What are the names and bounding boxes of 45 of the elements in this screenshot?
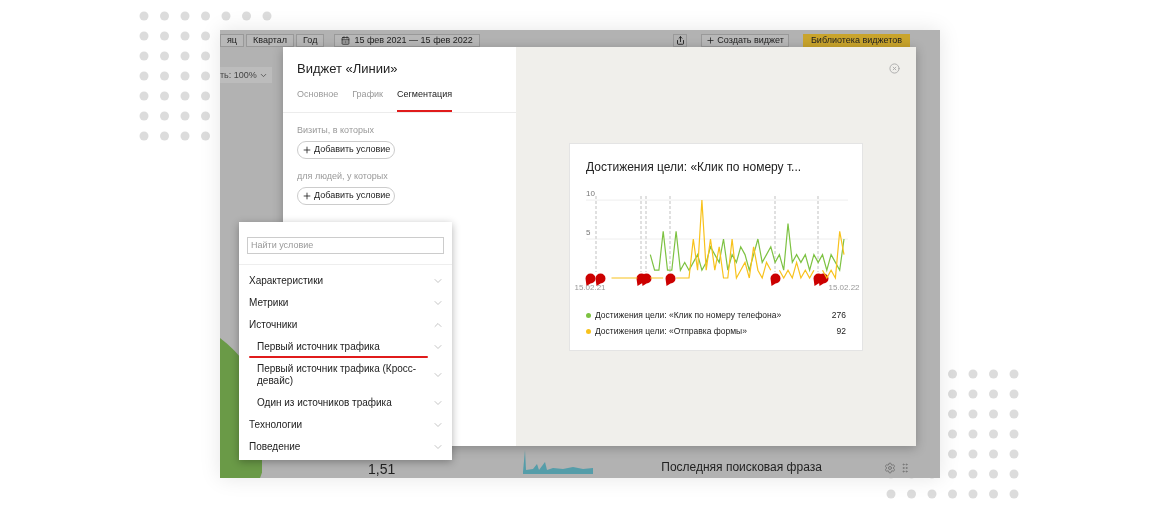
condition-category[interactable]: Технологии [239,414,452,436]
condition-category[interactable]: Источники [239,314,452,336]
legend-label: Достижения цели: «Клик по номеру телефона» [595,310,782,320]
close-icon[interactable] [889,63,900,74]
share-button[interactable] [673,34,688,47]
condition-category[interactable]: Один из источников трафика [239,392,452,414]
condition-category[interactable]: Метрики [239,292,452,314]
note-marker-icon[interactable] [641,273,652,286]
axis-tick-label: 15.02.22 [828,284,860,292]
plus-icon [302,191,312,201]
axis-tick-label: 5 [586,229,591,238]
axis-tick-label: 15.02.21 [574,284,606,292]
note-marker-icon[interactable] [595,273,606,286]
modal-title: Виджет «Линии» [296,60,399,77]
calendar-icon [341,36,351,45]
tab[interactable]: Сегментация [397,89,453,112]
section-label: для людей, у которых [297,171,389,182]
section-label: Визиты, в которых [297,125,375,136]
note-marker-icon[interactable] [585,273,596,286]
search-field[interactable]: Найти условие [247,236,444,254]
widget-library-button[interactable]: Библиотека виджетов [802,34,910,47]
legend-value: 92 [836,326,846,336]
legend-label: Достижения цели: «Отправка формы» [595,326,747,336]
condition-category[interactable]: Поведение [239,436,452,458]
condition-category[interactable]: Первый источник трафика [239,336,452,358]
condition-category[interactable]: Первый источник трафика (Кросс-девайс) [239,358,452,392]
note-marker-icon[interactable] [818,273,829,286]
share-icon [675,36,685,45]
plus-icon [302,145,312,155]
note-marker-icon[interactable] [770,273,781,286]
widget-title: Последняя поисковая фраза [661,460,822,474]
legend-value: 276 [831,310,846,320]
date-range-button[interactable]: 15 фев 2021 — 15 фев 2022 [334,34,480,47]
period-button[interactable]: Год [296,34,325,47]
metric-value: 1,51 [368,462,396,477]
plus-icon [706,36,716,45]
period-button[interactable]: яц [220,34,245,47]
condition-category[interactable]: Характеристики [239,270,452,292]
settings-icon[interactable] [883,462,896,474]
period-button[interactable]: Квартал [246,34,295,47]
chart-title: Достижения цели: «Клик по номеру т... [586,160,803,174]
create-widget-button[interactable]: Создать виджет [701,34,789,47]
scale-dropdown[interactable]: ть: 100% [220,67,272,83]
note-marker-icon[interactable] [665,273,676,286]
axis-tick-label: 10 [586,190,595,199]
